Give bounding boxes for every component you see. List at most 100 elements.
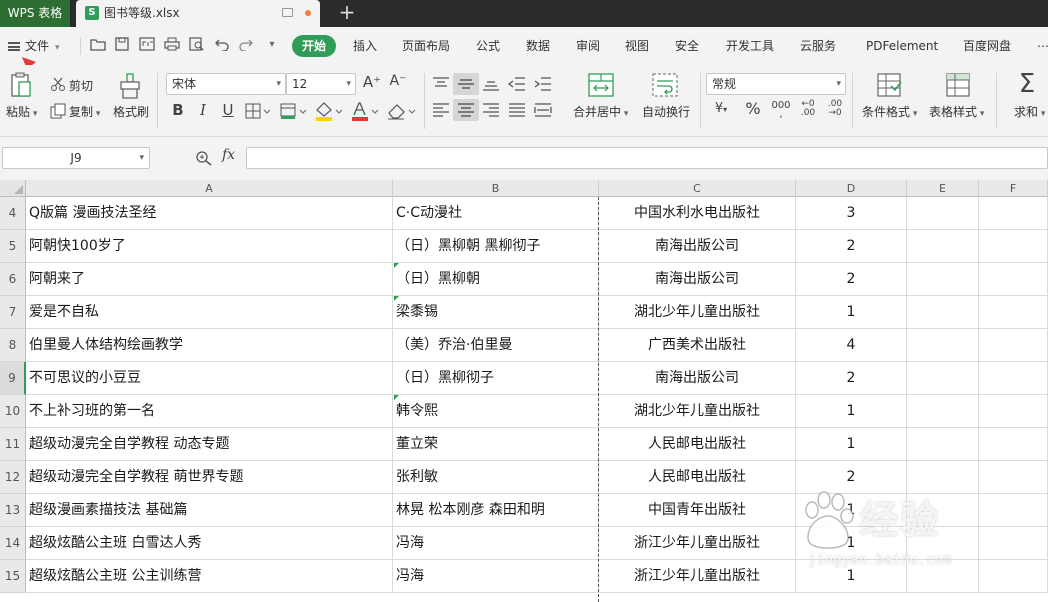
table-cell-c[interactable]: 湖北少年儿童出版社 xyxy=(599,296,796,329)
increase-font-icon[interactable]: A⁺ xyxy=(362,73,382,91)
row-header[interactable]: 10 xyxy=(0,395,26,428)
copy-button[interactable]: 复制 ▾ xyxy=(69,103,100,120)
table-cell-empty[interactable] xyxy=(907,395,979,428)
table-cell-b[interactable]: C·C动漫社 xyxy=(393,197,599,230)
column-header-b[interactable]: B xyxy=(393,180,599,197)
table-cell-c[interactable]: 中国水利水电出版社 xyxy=(599,197,796,230)
open-folder-icon[interactable] xyxy=(90,37,106,53)
table-cell-b[interactable]: （日）黑柳朝 黑柳彻子 xyxy=(393,230,599,263)
row-header[interactable]: 14 xyxy=(0,527,26,560)
column-header-e[interactable]: E xyxy=(907,180,979,197)
table-cell-empty[interactable] xyxy=(979,362,1048,395)
tab-pdfelement[interactable]: PDFelement xyxy=(863,35,941,57)
table-cell-b[interactable]: 张利敏 xyxy=(393,461,599,494)
customize-dropdown-icon[interactable]: ▾ xyxy=(264,37,280,53)
format-painter-icon[interactable] xyxy=(119,72,141,100)
undo-icon[interactable] xyxy=(214,37,230,53)
decrease-font-icon[interactable]: A⁻ xyxy=(388,73,408,89)
table-cell-empty[interactable] xyxy=(979,329,1048,362)
unsaved-dot-icon[interactable] xyxy=(305,10,311,16)
bold-icon[interactable]: B xyxy=(168,101,188,119)
table-cell-b[interactable]: （日）黑柳朝 xyxy=(393,263,599,296)
font-size-select[interactable]: 12 xyxy=(286,73,356,95)
table-cell-empty[interactable] xyxy=(979,560,1048,593)
paste-button-label[interactable]: 粘贴 ▾ xyxy=(6,103,37,120)
row-header[interactable]: 8 xyxy=(0,329,26,362)
table-cell-c[interactable]: 人民邮电出版社 xyxy=(599,461,796,494)
new-tab-button[interactable]: + xyxy=(330,0,364,27)
table-cell-empty[interactable] xyxy=(907,263,979,296)
table-cell-d[interactable]: 4 xyxy=(796,329,907,362)
row-header[interactable]: 11 xyxy=(0,428,26,461)
tab-insert[interactable]: 插入 xyxy=(350,35,380,57)
table-cell-a[interactable]: 不上补习班的第一名 xyxy=(26,395,393,428)
paste-icon[interactable] xyxy=(10,72,32,98)
percent-icon[interactable]: % xyxy=(742,99,764,118)
thousands-separator-icon[interactable]: 000, xyxy=(770,101,792,120)
table-cell-c[interactable]: 人民邮电出版社 xyxy=(599,428,796,461)
align-middle-icon[interactable] xyxy=(457,77,475,91)
italic-icon[interactable]: I xyxy=(193,101,213,119)
row-header[interactable]: 12 xyxy=(0,461,26,494)
row-header[interactable]: 5 xyxy=(0,230,26,263)
table-cell-a[interactable]: 阿朝来了 xyxy=(26,263,393,296)
tab-data[interactable]: 数据 xyxy=(523,35,553,57)
table-cell-empty[interactable] xyxy=(907,296,979,329)
table-cell-empty[interactable] xyxy=(979,296,1048,329)
table-cell-c[interactable]: 湖北少年儿童出版社 xyxy=(599,395,796,428)
table-cell-a[interactable]: 爱是不自私 xyxy=(26,296,393,329)
table-cell-a[interactable]: 超级炫酷公主班 白雪达人秀 xyxy=(26,527,393,560)
table-cell-a[interactable]: 超级动漫完全自学教程 萌世界专题 xyxy=(26,461,393,494)
tab-review[interactable]: 审阅 xyxy=(573,35,603,57)
tab-page-layout[interactable]: 页面布局 xyxy=(399,35,453,57)
decrease-indent-icon[interactable] xyxy=(508,77,526,91)
table-cell-b[interactable]: 董立荣 xyxy=(393,428,599,461)
table-cell-empty[interactable] xyxy=(979,428,1048,461)
table-cell-empty[interactable] xyxy=(979,230,1048,263)
column-header-c[interactable]: C xyxy=(599,180,796,197)
table-cell-empty[interactable] xyxy=(979,461,1048,494)
export-pdf-icon[interactable] xyxy=(139,37,155,53)
table-cell-d[interactable]: 3 xyxy=(796,197,907,230)
conditional-format-label[interactable]: 条件格式 ▾ xyxy=(862,103,917,120)
more-tabs-icon[interactable]: ⋯ xyxy=(1034,35,1048,57)
save-icon[interactable] xyxy=(114,37,130,53)
align-right-icon[interactable] xyxy=(482,103,500,117)
cut-button[interactable]: 剪切 xyxy=(69,77,93,94)
wrap-text-label[interactable]: 自动换行 xyxy=(642,103,690,120)
font-color-icon[interactable] xyxy=(350,101,380,121)
table-cell-empty[interactable] xyxy=(907,230,979,263)
format-painter-label[interactable]: 格式刷 xyxy=(113,103,149,120)
table-cell-empty[interactable] xyxy=(907,362,979,395)
column-header-d[interactable]: D xyxy=(796,180,907,197)
row-header[interactable]: 6 xyxy=(0,263,26,296)
fx-icon[interactable]: fx xyxy=(222,147,235,163)
print-icon[interactable] xyxy=(164,37,180,53)
align-left-icon[interactable] xyxy=(432,103,450,117)
select-all-corner[interactable] xyxy=(0,180,26,197)
table-cell-c[interactable]: 广西美术出版社 xyxy=(599,329,796,362)
column-header-f[interactable]: F xyxy=(979,180,1048,197)
tab-baidu-netdisk[interactable]: 百度网盘 xyxy=(960,35,1014,57)
merge-center-icon[interactable] xyxy=(588,73,614,97)
table-cell-a[interactable]: 伯里曼人体结构绘画教学 xyxy=(26,329,393,362)
font-name-select[interactable]: 宋体 xyxy=(166,73,286,95)
decrease-decimal-icon[interactable]: .00 →0 xyxy=(824,100,846,118)
table-cell-a[interactable]: 超级动漫完全自学教程 动态专题 xyxy=(26,428,393,461)
table-style-icon[interactable] xyxy=(946,73,972,97)
table-cell-empty[interactable] xyxy=(979,263,1048,296)
table-cell-b[interactable]: 林晃 松本刚彦 森田和明 xyxy=(393,494,599,527)
table-cell-empty[interactable] xyxy=(979,527,1048,560)
table-cell-d[interactable]: 2 xyxy=(796,362,907,395)
app-tab[interactable]: WPS 表格 xyxy=(0,0,70,27)
currency-icon[interactable]: ¥▾ xyxy=(708,101,734,116)
table-cell-empty[interactable] xyxy=(907,197,979,230)
justify-icon[interactable] xyxy=(508,103,526,117)
scissors-icon[interactable] xyxy=(50,77,66,91)
underline-icon[interactable]: U xyxy=(218,101,238,119)
conditional-format-icon[interactable] xyxy=(877,73,903,97)
merge-center-label[interactable]: 合并居中 ▾ xyxy=(573,103,628,120)
row-header[interactable]: 9 xyxy=(0,362,26,395)
table-cell-b[interactable]: 梁黍锡 xyxy=(393,296,599,329)
table-cell-c[interactable]: 浙江少年儿童出版社 xyxy=(599,527,796,560)
